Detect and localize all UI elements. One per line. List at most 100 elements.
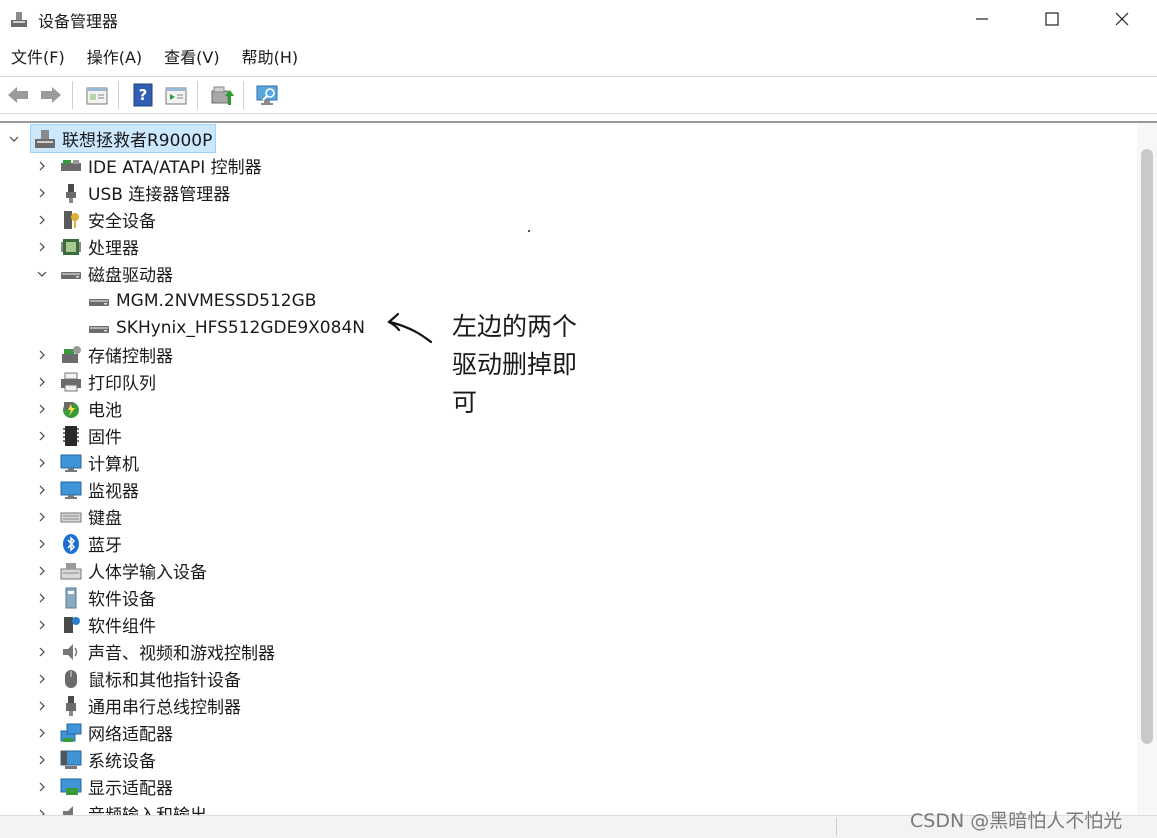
chevron-right-icon[interactable] xyxy=(34,590,50,606)
device-category[interactable]: 鼠标和其他指针设备 xyxy=(34,665,241,692)
device-category[interactable]: 监视器 xyxy=(34,476,139,503)
chevron-right-icon[interactable] xyxy=(34,239,50,255)
device-item[interactable]: MGM.2NVMESSD512GB xyxy=(88,287,316,314)
device-category[interactable]: 蓝牙 xyxy=(34,530,122,557)
monitor-icon xyxy=(60,479,82,501)
chevron-right-icon[interactable] xyxy=(34,374,50,390)
device-category[interactable]: 存储控制器 xyxy=(34,341,173,368)
chevron-right-icon[interactable] xyxy=(34,671,50,687)
menu-help[interactable]: 帮助(H) xyxy=(231,42,310,74)
close-button[interactable] xyxy=(1087,0,1157,38)
device-category[interactable]: USB 连接器管理器 xyxy=(34,179,230,206)
tree-item-label: 声音、视频和游戏控制器 xyxy=(88,644,275,664)
usb-connector-icon xyxy=(60,182,82,204)
tree-item-label: 软件组件 xyxy=(88,617,156,637)
tree-item-label: SKHynix_HFS512GDE9X084N xyxy=(116,317,365,338)
forward-arrow-icon xyxy=(41,87,61,103)
chevron-right-icon[interactable] xyxy=(34,644,50,660)
device-category[interactable]: 固件 xyxy=(34,422,122,449)
tree-root[interactable]: 联想拯救者R9000P xyxy=(6,124,217,153)
annotation-arrow-icon xyxy=(387,312,433,344)
device-category[interactable]: 磁盘驱动器 xyxy=(34,260,173,287)
chevron-right-icon[interactable] xyxy=(34,185,50,201)
chevron-right-icon[interactable] xyxy=(34,455,50,471)
device-category[interactable]: 网络适配器 xyxy=(34,719,173,746)
menu-view[interactable]: 查看(V) xyxy=(153,42,230,74)
device-item[interactable]: SKHynix_HFS512GDE9X084N xyxy=(88,314,365,341)
chevron-right-icon[interactable] xyxy=(34,158,50,174)
tree-item-label: 监视器 xyxy=(88,482,139,502)
forward-button[interactable] xyxy=(36,80,66,110)
display-adapter-icon xyxy=(60,776,82,798)
chevron-right-icon[interactable] xyxy=(34,563,50,579)
menu-action[interactable]: 操作(A) xyxy=(76,42,153,74)
tree-item-label: IDE ATA/ATAPI 控制器 xyxy=(88,158,262,178)
device-category[interactable]: IDE ATA/ATAPI 控制器 xyxy=(34,152,262,179)
tree-item-label: 系统设备 xyxy=(88,752,156,772)
chevron-right-icon[interactable] xyxy=(34,536,50,552)
properties-button[interactable] xyxy=(82,80,112,110)
chevron-right-icon[interactable] xyxy=(34,725,50,741)
device-category[interactable]: 键盘 xyxy=(34,503,122,530)
tree-item-label: 音频输入和输出 xyxy=(88,801,207,815)
disk-drive-icon xyxy=(88,317,110,339)
back-arrow-icon xyxy=(8,87,28,103)
tree-root-label: 联想拯救者R9000P xyxy=(62,131,213,151)
chevron-right-icon[interactable] xyxy=(34,347,50,363)
battery-icon xyxy=(60,398,82,420)
tree-item-label: 打印队列 xyxy=(88,374,156,394)
device-category[interactable]: 安全设备 xyxy=(34,206,156,233)
properties-icon xyxy=(86,87,108,105)
chevron-right-icon[interactable] xyxy=(34,806,50,815)
chevron-down-icon[interactable] xyxy=(6,131,22,147)
device-manager-icon xyxy=(9,10,29,30)
device-category[interactable]: 音频输入和输出 xyxy=(34,800,207,815)
chevron-right-icon[interactable] xyxy=(34,779,50,795)
ide-controller-icon xyxy=(60,155,82,177)
chevron-right-icon[interactable] xyxy=(34,617,50,633)
firmware-icon xyxy=(60,425,82,447)
hid-icon xyxy=(60,560,82,582)
scrollbar-thumb[interactable] xyxy=(1141,149,1153,744)
chevron-right-icon[interactable] xyxy=(34,752,50,768)
tree-item-label: MGM.2NVMESSD512GB xyxy=(116,290,317,311)
show-hidden-button[interactable] xyxy=(161,80,191,110)
menu-file[interactable]: 文件(F) xyxy=(0,42,76,74)
device-category[interactable]: 声音、视频和游戏控制器 xyxy=(34,638,275,665)
minimize-button[interactable] xyxy=(947,0,1017,38)
device-tree-panel: 联想拯救者R9000P IDE ATA/ATAPI 控制器 USB 连接器管理器安… xyxy=(0,121,1157,815)
bluetooth-icon xyxy=(60,533,82,555)
help-icon: ? xyxy=(133,83,153,107)
device-category[interactable]: 处理器 xyxy=(34,233,139,260)
device-category[interactable]: 软件设备 xyxy=(34,584,156,611)
chevron-right-icon[interactable] xyxy=(34,401,50,417)
tree-item-label: 通用串行总线控制器 xyxy=(88,698,241,718)
software-component-icon xyxy=(60,614,82,636)
tree-item-label: 软件设备 xyxy=(88,590,156,610)
back-button[interactable] xyxy=(3,80,33,110)
chevron-down-icon[interactable] xyxy=(34,266,50,282)
tree-root-selection[interactable]: 联想拯救者R9000P xyxy=(30,124,217,153)
device-category[interactable]: 人体学输入设备 xyxy=(34,557,207,584)
device-category[interactable]: 打印队列 xyxy=(34,368,156,395)
scan-hardware-button[interactable] xyxy=(253,80,283,110)
device-category[interactable]: 电池 xyxy=(34,395,122,422)
device-category[interactable]: 显示适配器 xyxy=(34,773,173,800)
toolbar-separator xyxy=(243,81,244,109)
chevron-right-icon[interactable] xyxy=(34,428,50,444)
chevron-right-icon[interactable] xyxy=(34,482,50,498)
device-category[interactable]: 系统设备 xyxy=(34,746,156,773)
vertical-scrollbar[interactable] xyxy=(1137,123,1157,815)
update-driver-button[interactable] xyxy=(207,80,237,110)
device-category[interactable]: 通用串行总线控制器 xyxy=(34,692,241,719)
tree-item-label: 计算机 xyxy=(88,455,139,475)
chevron-right-icon[interactable] xyxy=(34,509,50,525)
chevron-right-icon[interactable] xyxy=(34,698,50,714)
device-category[interactable]: 软件组件 xyxy=(34,611,156,638)
chevron-right-icon[interactable] xyxy=(34,212,50,228)
help-button[interactable]: ? xyxy=(128,80,158,110)
usb-icon xyxy=(60,695,82,717)
maximize-button[interactable] xyxy=(1017,0,1087,38)
speaker-icon xyxy=(60,641,82,663)
device-category[interactable]: 计算机 xyxy=(34,449,139,476)
